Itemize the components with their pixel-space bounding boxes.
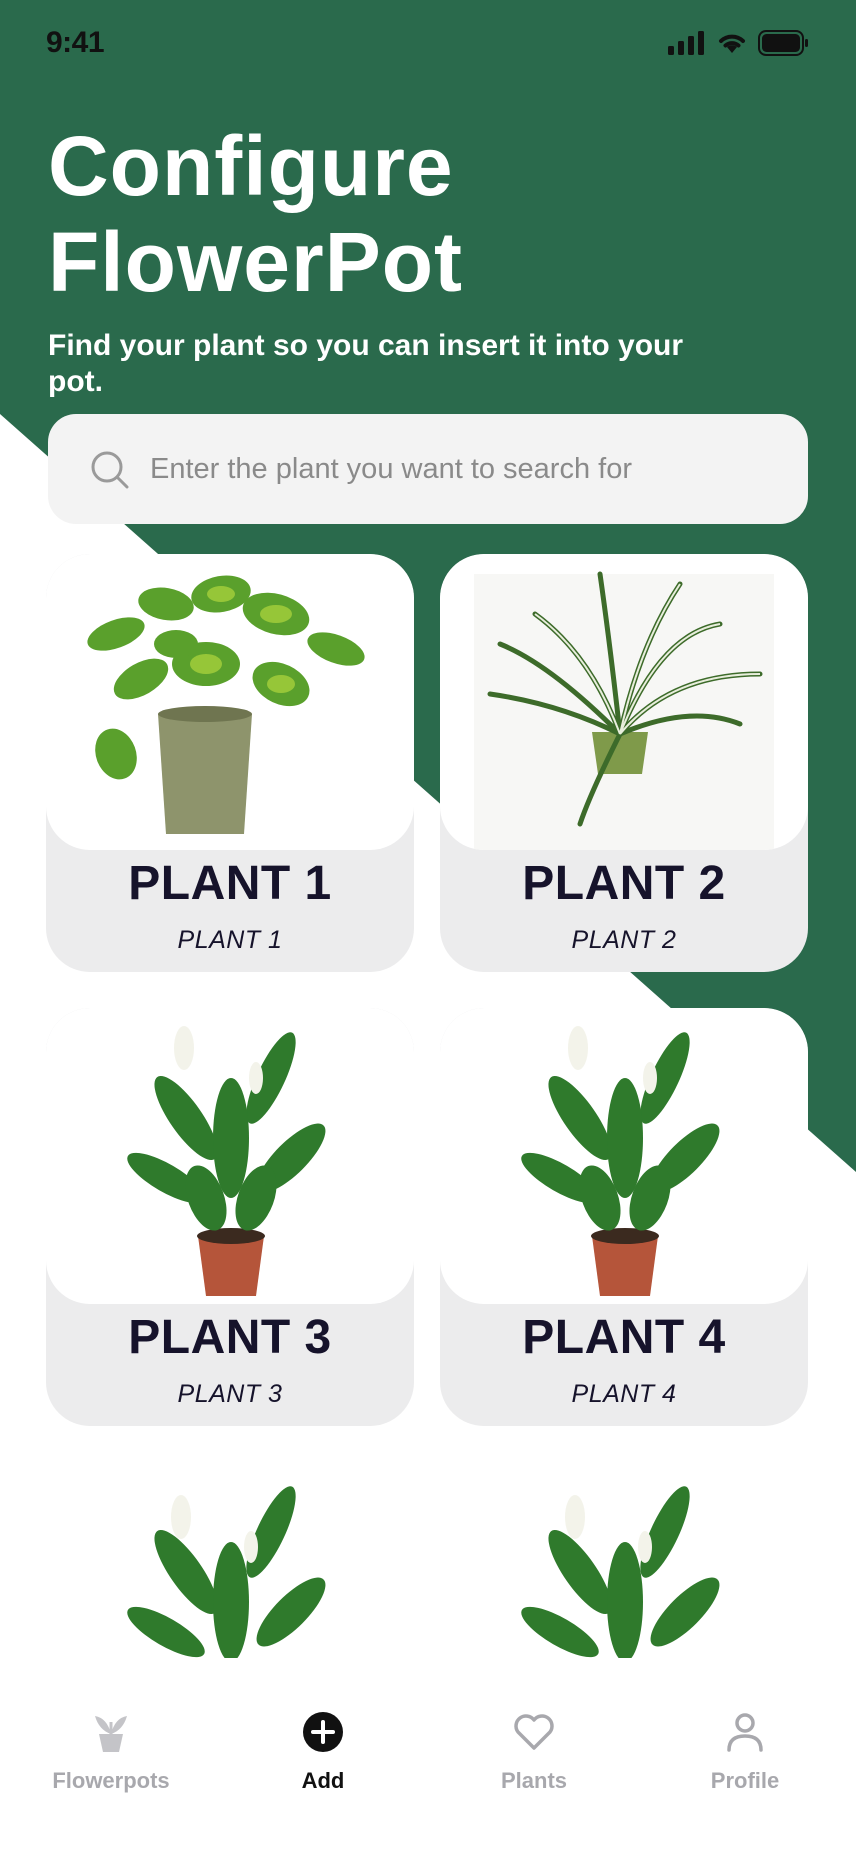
wifi-icon bbox=[719, 34, 745, 53]
peace-lily-icon bbox=[127, 1026, 326, 1296]
nav-label: Plants bbox=[500, 1768, 568, 1793]
plant-subtitle: PLANT 1 bbox=[177, 926, 283, 954]
plant-subtitle: PLANT 3 bbox=[177, 1380, 283, 1408]
status-time: 9:41 bbox=[46, 26, 105, 59]
status-icons bbox=[668, 30, 810, 56]
plant-image bbox=[46, 554, 414, 850]
search-input[interactable] bbox=[150, 414, 770, 524]
plant-subtitle: PLANT 2 bbox=[571, 926, 677, 954]
plant-name: PLANT 3 bbox=[128, 1311, 332, 1364]
nav-label: Profile bbox=[710, 1768, 780, 1793]
spider-plant-icon bbox=[474, 571, 774, 850]
plant-card[interactable]: PLANT 2 PLANT 2 bbox=[440, 554, 808, 972]
plant-name: PLANT 4 bbox=[522, 1311, 726, 1364]
nav-item-plants[interactable]: Plants bbox=[444, 1710, 624, 1794]
plant-card[interactable]: PLANT 1 PLANT 1 bbox=[46, 554, 414, 972]
sprout-pot-icon bbox=[95, 1716, 127, 1752]
page-header: Configure FlowerPot Find your plant so y… bbox=[48, 118, 688, 400]
plant-image bbox=[440, 554, 808, 850]
nav-label: Add bbox=[301, 1768, 345, 1793]
nav-item-add[interactable]: Add bbox=[233, 1710, 413, 1794]
nav-label: Flowerpots bbox=[52, 1768, 170, 1793]
plant-card[interactable]: PLANT 3 PLANT 3 bbox=[46, 1008, 414, 1426]
plant-name: PLANT 2 bbox=[522, 857, 726, 910]
plant-image bbox=[440, 1008, 808, 1304]
profile-icon bbox=[727, 1713, 763, 1752]
plant-image bbox=[46, 1008, 414, 1304]
peace-lily-icon bbox=[521, 1026, 720, 1296]
heart-icon bbox=[514, 1714, 554, 1750]
plant-name: PLANT 1 bbox=[128, 857, 332, 910]
pothos-plant-icon bbox=[87, 575, 365, 834]
plant-subtitle: PLANT 4 bbox=[571, 1380, 677, 1408]
page-subtitle: Find your plant so you can insert it int… bbox=[48, 329, 684, 398]
battery-icon bbox=[758, 30, 808, 56]
add-circle-icon bbox=[303, 1712, 343, 1752]
bottom-navigation: Flowerpots Add Plants Profile bbox=[0, 1658, 856, 1852]
cellular-signal-icon bbox=[668, 31, 704, 55]
plant-card[interactable]: PLANT 4 PLANT 4 bbox=[440, 1008, 808, 1426]
search-icon bbox=[91, 451, 129, 489]
nav-item-profile[interactable]: Profile bbox=[655, 1710, 835, 1794]
nav-item-flowerpots[interactable]: Flowerpots bbox=[21, 1710, 201, 1794]
status-bar: 9:41 bbox=[0, 0, 856, 92]
search-bar[interactable] bbox=[48, 414, 808, 524]
page-title: Configure FlowerPot bbox=[48, 119, 464, 309]
